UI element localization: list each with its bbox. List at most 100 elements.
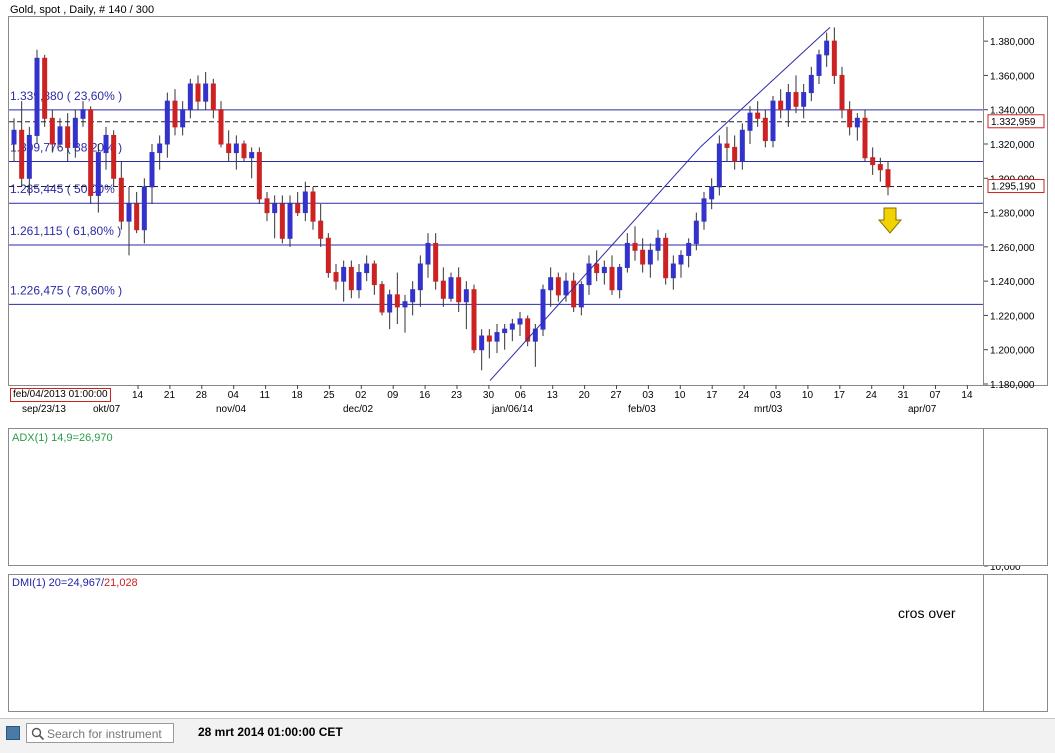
candle-body: [517, 318, 523, 325]
candle-body: [808, 74, 814, 94]
x-axis-day-label: 10: [802, 390, 814, 401]
candle-body: [640, 249, 646, 265]
candle-body: [103, 134, 109, 154]
x-axis-day-label: 28: [196, 390, 208, 401]
x-axis-day-label: 03: [642, 390, 654, 401]
candle-body: [272, 203, 278, 214]
fib-level-label: 1.261,115 ( 61,80% ): [10, 224, 121, 238]
candle-body: [210, 83, 216, 111]
candle-body: [755, 112, 761, 119]
candle-body: [264, 198, 270, 214]
dmi-axis: [984, 574, 1048, 712]
candle-body: [816, 54, 822, 76]
candle-body: [134, 203, 140, 231]
candle-body: [709, 186, 715, 200]
price-axis-tick-label: 1.380,000: [990, 37, 1035, 48]
status-bar: Search for instrument 28 mrt 2014 01:00:…: [0, 718, 1055, 753]
candle-body: [425, 242, 431, 265]
candle-body: [824, 40, 830, 56]
candle-body: [348, 266, 354, 291]
x-axis-month-label: feb/03: [628, 404, 656, 415]
x-axis-day-label: 30: [483, 390, 495, 401]
candle-body: [88, 109, 94, 196]
candle-body: [256, 152, 262, 200]
candle-body: [440, 280, 446, 299]
x-axis-day-label: 17: [834, 390, 846, 401]
price-axis-tick-label: 1.320,000: [990, 140, 1035, 151]
dmi-panel[interactable]: [8, 574, 984, 712]
adx-panel[interactable]: [8, 428, 984, 566]
x-axis-day-label: 06: [515, 390, 527, 401]
crossover-annotation: cros over: [898, 605, 956, 621]
candle-body: [149, 152, 155, 188]
candle-body: [801, 92, 807, 107]
candle-body: [57, 126, 63, 145]
candle-body: [249, 152, 255, 159]
candle-body: [387, 294, 393, 313]
candle-body: [479, 335, 485, 351]
down-arrow-icon: [877, 207, 903, 234]
candle-body: [34, 57, 40, 136]
candle-body: [555, 277, 561, 296]
panel-toggle-button[interactable]: [6, 726, 20, 740]
adx-label: ADX(1) 14,9=26,970: [12, 432, 113, 444]
candle-body: [126, 203, 132, 222]
x-axis-day-label: 20: [579, 390, 591, 401]
x-axis-day-label: 17: [706, 390, 718, 401]
candle-body: [80, 109, 86, 119]
candle-body: [609, 266, 615, 291]
candle-body: [164, 100, 170, 145]
candle-body: [19, 129, 25, 179]
price-marker-label: 1.332,959: [991, 117, 1036, 128]
candle-body: [509, 323, 515, 330]
candle-body: [862, 117, 868, 159]
instrument-search-input[interactable]: Search for instrument: [26, 723, 174, 743]
x-axis-day-label: 24: [738, 390, 750, 401]
x-axis-day-label: 16: [419, 390, 431, 401]
candle-body: [203, 83, 209, 102]
candle-body: [364, 263, 370, 274]
candle-body: [739, 129, 745, 162]
x-axis-day-label: 09: [387, 390, 399, 401]
candle-body: [847, 109, 853, 128]
x-axis-day-label: 14: [961, 390, 973, 401]
candle-body: [394, 294, 400, 308]
price-axis-tick-label: 1.360,000: [990, 71, 1035, 82]
candle-body: [448, 277, 454, 299]
x-axis-day-label: 07: [930, 390, 942, 401]
candle-body: [218, 109, 224, 145]
candle-body: [287, 203, 293, 239]
candle-body: [724, 143, 730, 148]
candle-body: [172, 100, 178, 128]
candle-body: [356, 272, 362, 291]
price-axis-tick-label: 1.220,000: [990, 311, 1035, 322]
status-time: 28 mrt 2014 01:00:00 CET: [198, 725, 343, 739]
candle-body: [302, 191, 308, 214]
candle-body: [831, 40, 837, 76]
x-axis-month-label: dec/02: [343, 404, 373, 415]
candle-body: [594, 263, 600, 274]
candle-body: [49, 117, 55, 145]
candle-body: [310, 191, 316, 222]
candle-body: [187, 83, 193, 111]
candle-body: [632, 242, 638, 251]
candle-body: [716, 143, 722, 188]
candle-body: [118, 177, 124, 222]
candle-body: [141, 186, 147, 231]
candle-body: [333, 272, 339, 282]
candle-body: [793, 92, 799, 107]
x-axis-day-label: 24: [866, 390, 878, 401]
candle-body: [195, 83, 201, 102]
fib-level-label: 1.226,475 ( 78,60% ): [10, 283, 122, 297]
candle-body: [341, 266, 347, 282]
candle-body: [578, 284, 584, 308]
candle-body: [26, 134, 32, 179]
candle-body: [11, 129, 17, 145]
candle-body: [410, 289, 416, 303]
candle-body: [456, 277, 462, 303]
candle-body: [318, 220, 324, 239]
candle-body: [157, 143, 163, 154]
x-axis-month-label: mrt/03: [754, 404, 783, 415]
x-axis-day-label: 14: [132, 390, 144, 401]
candle-body: [295, 203, 301, 214]
